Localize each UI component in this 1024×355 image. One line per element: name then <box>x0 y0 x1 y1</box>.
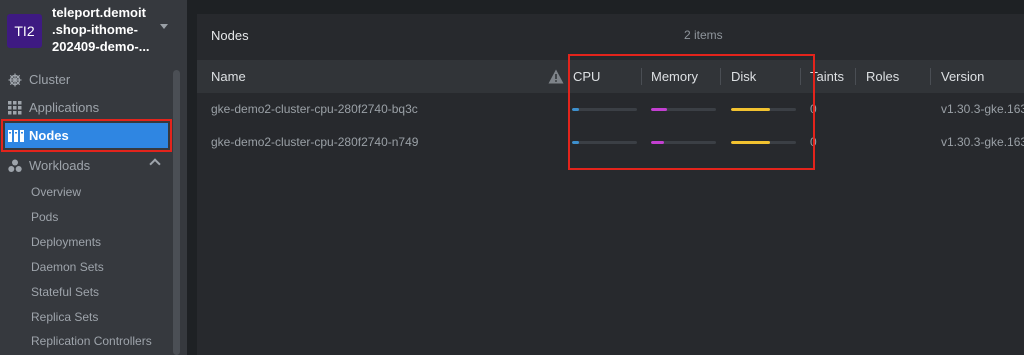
page-title: Nodes <box>211 28 249 43</box>
sidebar-item-workloads[interactable]: Workloads <box>5 153 168 178</box>
sidebar-item-cluster[interactable]: Cluster <box>5 67 168 92</box>
nodes-icon <box>8 130 24 142</box>
sidebar-item-label: Workloads <box>29 158 91 173</box>
caret-down-icon[interactable] <box>160 24 168 29</box>
grid-icon <box>8 101 22 115</box>
sidebar-subitem-replica-sets[interactable]: Replica Sets <box>31 306 98 328</box>
column-divider <box>855 68 856 85</box>
cluster-switcher[interactable]: TI2 teleport.demoit .shop-ithome- 202409… <box>0 0 187 64</box>
nodes-panel: Nodes 2 items Name CPU Memory Disk Taint… <box>197 14 1024 355</box>
node-name: gke-demo2-cluster-cpu-280f2740-bq3c <box>211 102 418 116</box>
sidebar-item-applications[interactable]: Applications <box>5 95 168 120</box>
sidebar-item-label: Applications <box>29 100 100 115</box>
cluster-avatar: TI2 <box>7 14 42 48</box>
sidebar-subitem-replication-controllers[interactable]: Replication Controllers <box>31 330 152 352</box>
column-roles[interactable]: Roles <box>866 60 899 93</box>
sidebar-scrollbar[interactable] <box>173 70 180 355</box>
cluster-name: teleport.demoit .shop-ithome- 202409-dem… <box>52 5 150 54</box>
workloads-icon <box>8 159 22 172</box>
sidebar-subitem-pods[interactable]: Pods <box>31 206 58 228</box>
sidebar: TI2 teleport.demoit .shop-ithome- 202409… <box>0 0 187 355</box>
sidebar-item-nodes[interactable]: Nodes <box>1 119 172 152</box>
sidebar-subitem-overview[interactable]: Overview <box>31 181 81 203</box>
sidebar-subitem-stateful-sets[interactable]: Stateful Sets <box>31 281 99 303</box>
item-count: 2 items <box>684 28 723 42</box>
metrics-highlight-box <box>568 54 815 170</box>
column-taints[interactable]: Taints <box>810 60 844 93</box>
sidebar-subitem-deployments[interactable]: Deployments <box>31 231 101 253</box>
sidebar-item-label: Nodes <box>29 128 69 143</box>
column-version[interactable]: Version <box>941 60 984 93</box>
helm-wheel-icon <box>8 73 22 87</box>
sidebar-item-label: Cluster <box>29 72 71 87</box>
column-name[interactable]: Name <box>211 60 246 93</box>
warning-icon <box>548 69 564 84</box>
node-name: gke-demo2-cluster-cpu-280f2740-n749 <box>211 135 419 149</box>
version-value: v1.30.3-gke.1639 <box>941 135 1024 149</box>
chevron-up-icon[interactable] <box>149 158 161 170</box>
sidebar-subitem-daemon-sets[interactable]: Daemon Sets <box>31 256 104 278</box>
main-content: Nodes 2 items Name CPU Memory Disk Taint… <box>187 0 1024 355</box>
version-value: v1.30.3-gke.1639 <box>941 102 1024 116</box>
app-window: TI2 teleport.demoit .shop-ithome- 202409… <box>0 0 1024 355</box>
column-divider <box>930 68 931 85</box>
